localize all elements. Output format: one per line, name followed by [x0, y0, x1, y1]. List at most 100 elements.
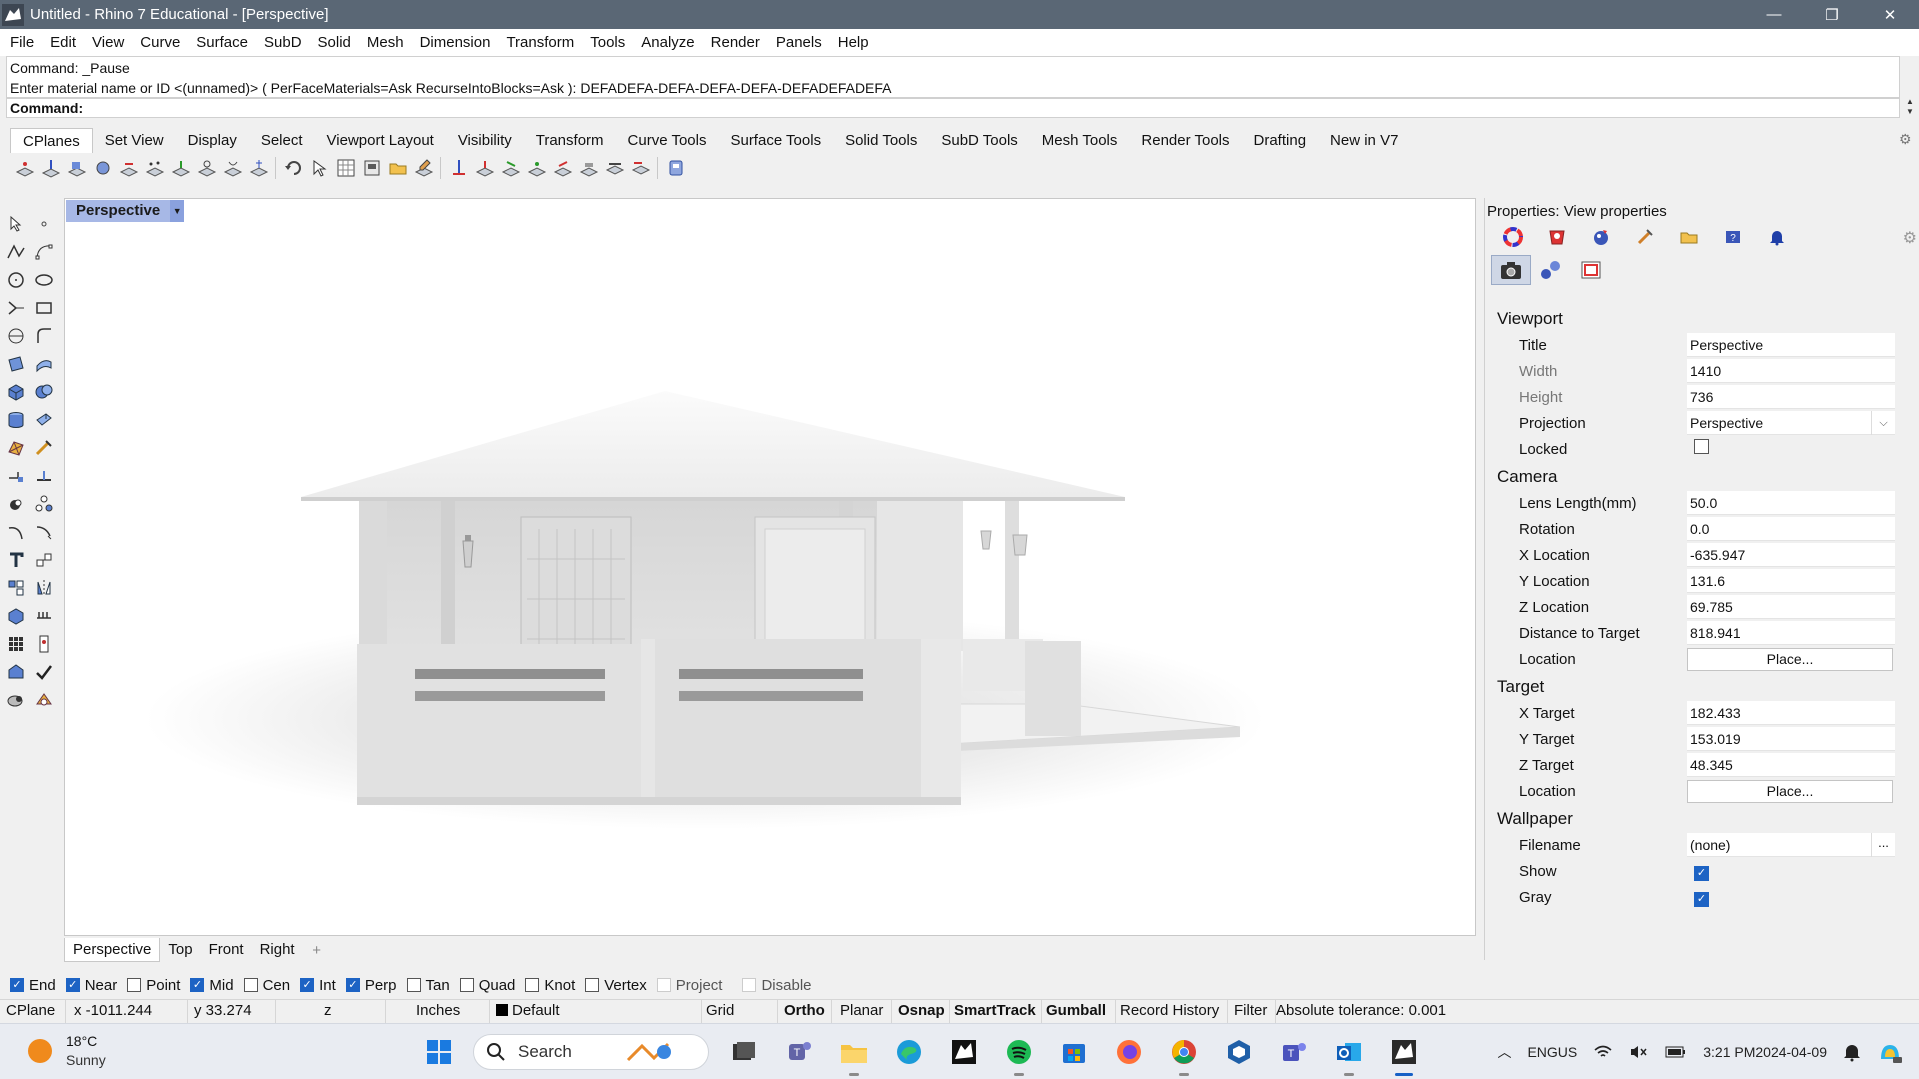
osnap-mid[interactable]: ✓ Mid	[190, 977, 234, 994]
grid-icon[interactable]	[333, 156, 359, 180]
osnap-cen[interactable]: Cen	[243, 977, 290, 994]
osnap-perp[interactable]: ✓ Perp	[345, 977, 397, 994]
osnap-tan[interactable]: Tan	[406, 977, 450, 994]
cplane-front-icon[interactable]	[472, 156, 498, 180]
osnap-cen-checkbox[interactable]	[243, 978, 258, 992]
osnap-project-checkbox[interactable]	[656, 978, 671, 992]
tab-render-tools[interactable]: Render Tools	[1129, 128, 1241, 153]
fillet-curve-icon[interactable]	[30, 322, 58, 349]
tab-surface-tools[interactable]: Surface Tools	[718, 128, 833, 153]
ellipse-icon[interactable]	[30, 266, 58, 293]
gray-checkbox[interactable]: ✓	[1694, 892, 1709, 907]
tab-drafting[interactable]: Drafting	[1242, 128, 1319, 153]
menu-mesh[interactable]: Mesh	[359, 34, 412, 51]
command-input[interactable]: Command:	[6, 98, 1900, 118]
lens-length-field[interactable]: 50.0	[1687, 491, 1895, 515]
gear-icon[interactable]: ⚙	[1903, 228, 1917, 248]
menu-help[interactable]: Help	[830, 34, 877, 51]
z-location-field[interactable]: 69.785	[1687, 595, 1895, 619]
circle-icon[interactable]	[2, 266, 30, 293]
osnap-quad-checkbox[interactable]	[459, 978, 474, 992]
cplane-view-icon[interactable]	[168, 156, 194, 180]
browse-button[interactable]: ...	[1871, 833, 1895, 857]
planar-toggle[interactable]: Planar	[836, 1000, 892, 1023]
grid-snap-toggle[interactable]: Grid Snap	[702, 1000, 778, 1041]
cplane-3point-icon[interactable]	[142, 156, 168, 180]
menu-transform[interactable]: Transform	[498, 34, 582, 51]
menu-file[interactable]: File	[2, 34, 42, 51]
block-icon[interactable]	[2, 602, 30, 629]
close-button[interactable]: ✕	[1861, 0, 1919, 29]
osnap-disable-checkbox[interactable]	[742, 978, 757, 992]
osnap-quad[interactable]: Quad	[459, 977, 515, 994]
select-cplane-icon[interactable]	[307, 156, 333, 180]
osnap-toggle[interactable]: Osnap	[894, 1000, 950, 1023]
viewport-tab-front[interactable]: Front	[201, 938, 252, 962]
cplane-surface-icon[interactable]	[90, 156, 116, 180]
projection-select[interactable]: Perspective ⌵	[1687, 411, 1895, 435]
osnap-perp-checkbox[interactable]: ✓	[345, 978, 360, 992]
chevron-down-icon[interactable]: ▼	[170, 200, 185, 222]
grid-array-icon[interactable]	[2, 630, 30, 657]
show-checkbox[interactable]: ✓	[1694, 866, 1709, 881]
osnap-end[interactable]: ✓ End	[10, 977, 56, 994]
edge-icon[interactable]	[888, 1032, 930, 1072]
extrude-surface-icon[interactable]	[30, 406, 58, 433]
task-view-icon[interactable]	[723, 1032, 765, 1072]
cplane-perp-icon[interactable]	[220, 156, 246, 180]
tab-new-in-v7[interactable]: New in V7	[1318, 128, 1410, 153]
osnap-mid-checkbox[interactable]: ✓	[190, 978, 205, 992]
osnap-point[interactable]: Point	[127, 977, 180, 994]
chevron-up-icon[interactable]: ︿	[1497, 1042, 1511, 1062]
osnap-vertex[interactable]: Vertex	[585, 977, 647, 994]
rectangle-icon[interactable]	[30, 294, 58, 321]
gumball-toggle[interactable]: Gumball	[1042, 1000, 1116, 1023]
rhino-taskbar-icon[interactable]	[943, 1032, 985, 1072]
menu-dimension[interactable]: Dimension	[412, 34, 499, 51]
texture-mapping-icon[interactable]	[1623, 225, 1667, 249]
point-cloud-icon[interactable]	[2, 490, 30, 517]
ortho-toggle[interactable]: Ortho	[780, 1000, 832, 1023]
menu-render[interactable]: Render	[703, 34, 768, 51]
tab-display[interactable]: Display	[176, 128, 249, 153]
tab-viewport-layout[interactable]: Viewport Layout	[315, 128, 446, 153]
filter-toggle[interactable]: Filter	[1230, 1000, 1276, 1023]
wallpaper-filename-field[interactable]: (none)...	[1687, 833, 1895, 857]
environment-icon[interactable]	[1579, 225, 1623, 249]
smarttrack-toggle[interactable]: SmartTrack	[950, 1000, 1042, 1023]
osnap-int-checkbox[interactable]: ✓	[300, 978, 315, 992]
x-location-field[interactable]: -635.947	[1687, 543, 1895, 567]
osnap-project[interactable]: Project	[656, 977, 722, 994]
osnap-disable[interactable]: Disable	[742, 977, 812, 994]
cylinder-icon[interactable]	[2, 406, 30, 433]
chevron-down-icon[interactable]: ⌵	[1871, 411, 1895, 435]
viewport-title-field[interactable]: Perspective	[1687, 333, 1895, 357]
cplane-elevation-icon[interactable]	[38, 156, 64, 180]
layout-icon[interactable]	[30, 602, 58, 629]
extrude-curve-icon[interactable]	[30, 350, 58, 377]
record-history-toggle[interactable]: Record History	[1116, 1000, 1228, 1023]
language-indicator[interactable]: ENG US	[1527, 1043, 1577, 1061]
materials-icon[interactable]	[30, 686, 58, 713]
y-target-field[interactable]: 153.019	[1687, 727, 1895, 751]
firefox-icon[interactable]	[1108, 1032, 1150, 1072]
store-icon[interactable]	[1053, 1032, 1095, 1072]
osnap-knot-checkbox[interactable]	[525, 978, 540, 992]
volume-muted-icon[interactable]	[1629, 1044, 1649, 1060]
cplane-left-icon[interactable]	[550, 156, 576, 180]
save-cplane-icon[interactable]	[411, 156, 437, 180]
menu-view[interactable]: View	[84, 34, 132, 51]
outlook-icon[interactable]	[1328, 1032, 1370, 1076]
menu-subd[interactable]: SubD	[256, 34, 310, 51]
weather-widget[interactable]: 18°C Sunny	[28, 1032, 106, 1070]
notification-bell-icon[interactable]	[1843, 1042, 1861, 1062]
taskbar-search[interactable]: Search	[473, 1034, 709, 1070]
array-icon[interactable]	[2, 574, 30, 601]
osnap-int[interactable]: ✓ Int	[300, 977, 336, 994]
tab-solid-tools[interactable]: Solid Tools	[833, 128, 929, 153]
menu-analyze[interactable]: Analyze	[633, 34, 702, 51]
camera-place-button[interactable]: Place...	[1687, 647, 1893, 671]
menu-surface[interactable]: Surface	[188, 34, 256, 51]
osnap-vertex-checkbox[interactable]	[585, 978, 600, 992]
viewport-tab-top[interactable]: Top	[160, 938, 200, 962]
